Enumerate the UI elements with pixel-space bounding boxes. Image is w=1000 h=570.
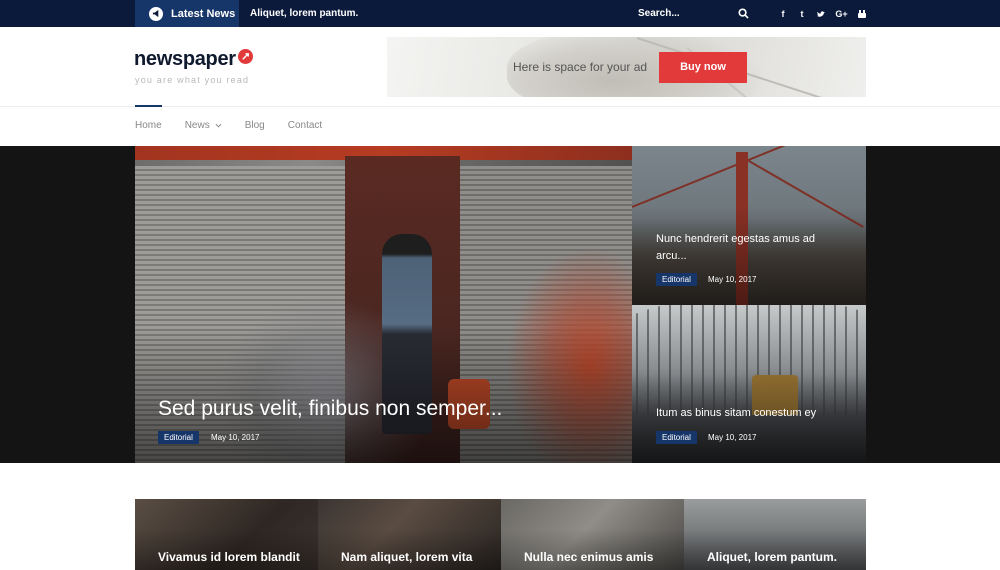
title-line: arcu... <box>656 250 687 262</box>
twitter-icon[interactable] <box>816 8 826 20</box>
side-feature-title-2[interactable]: Itum as binus sitam conestum ey <box>656 405 816 422</box>
search-input[interactable]: Search... <box>638 0 680 27</box>
megaphone-icon <box>149 6 163 21</box>
facebook-icon[interactable]: f <box>778 8 788 20</box>
ad-banner[interactable]: Here is space for your ad Buy now <box>387 37 866 97</box>
post-date: May 10, 2017 <box>211 433 260 442</box>
nav-item-label: Blog <box>244 120 265 131</box>
site-tagline: you are what you read <box>135 75 250 85</box>
post-card-title: Nulla nec enimus amis <box>524 550 654 564</box>
post-card-title: Nam aliquet, lorem vita <box>341 550 473 564</box>
news-ticker-link[interactable]: Aliquet, lorem pantum. <box>250 0 358 27</box>
nav-item-contact[interactable]: Contact <box>288 120 322 131</box>
image-overlay <box>135 326 632 463</box>
main-nav: Home News Blog Contact <box>135 120 345 131</box>
post-card-title: Vivamus id lorem blandit <box>158 550 300 564</box>
latest-news-label: Latest News <box>171 7 236 20</box>
post-date: May 10, 2017 <box>708 275 757 284</box>
post-date: May 10, 2017 <box>708 433 757 442</box>
site-logo[interactable]: newspaper <box>134 48 253 71</box>
nav-item-news[interactable]: News <box>185 120 222 131</box>
post-card[interactable]: Nam aliquet, lorem vita <box>318 499 501 570</box>
nav-item-label: News <box>184 120 210 131</box>
buy-now-button[interactable]: Buy now <box>659 52 747 83</box>
side-feature-title-1[interactable]: Nunc hendrerit egestas amus ad arcu... <box>656 231 815 265</box>
category-badge[interactable]: Editorial <box>656 273 697 286</box>
nav-item-label: Home <box>135 120 162 131</box>
post-card[interactable]: Vivamus id lorem blandit <box>135 499 318 570</box>
title-line: Itum as binus sitam conestum ey <box>656 407 817 419</box>
post-card-title: Aliquet, lorem pantum. <box>707 550 838 564</box>
category-badge[interactable]: Editorial <box>656 431 697 444</box>
chevron-down-icon <box>215 123 222 128</box>
category-badge[interactable]: Editorial <box>158 431 199 444</box>
google-plus-icon[interactable]: G+ <box>835 8 848 20</box>
nav-item-label: Contact <box>287 120 323 131</box>
social-links: f t G+ <box>778 0 867 27</box>
main-feature-title[interactable]: Sed purus velit, finibus non semper... <box>158 397 502 421</box>
post-card[interactable]: Nulla nec enimus amis <box>501 499 684 570</box>
youtube-icon[interactable] <box>857 8 867 20</box>
ad-text: Here is space for your ad <box>513 60 648 74</box>
nav-item-home[interactable]: Home <box>135 120 162 131</box>
tumblr-icon[interactable]: t <box>797 8 807 20</box>
post-cards-row: Vivamus id lorem blandit Nam aliquet, lo… <box>135 499 866 570</box>
post-card[interactable]: Aliquet, lorem pantum. <box>684 499 866 570</box>
latest-news-badge[interactable]: Latest News <box>135 0 239 27</box>
title-line: Nunc hendrerit egestas amus ad <box>656 233 815 245</box>
search-icon[interactable] <box>738 8 749 19</box>
nav-item-blog[interactable]: Blog <box>245 120 265 131</box>
nav-active-indicator <box>135 105 162 107</box>
logo-text: newspaper <box>134 48 236 70</box>
logo-mark-icon <box>237 49 253 64</box>
